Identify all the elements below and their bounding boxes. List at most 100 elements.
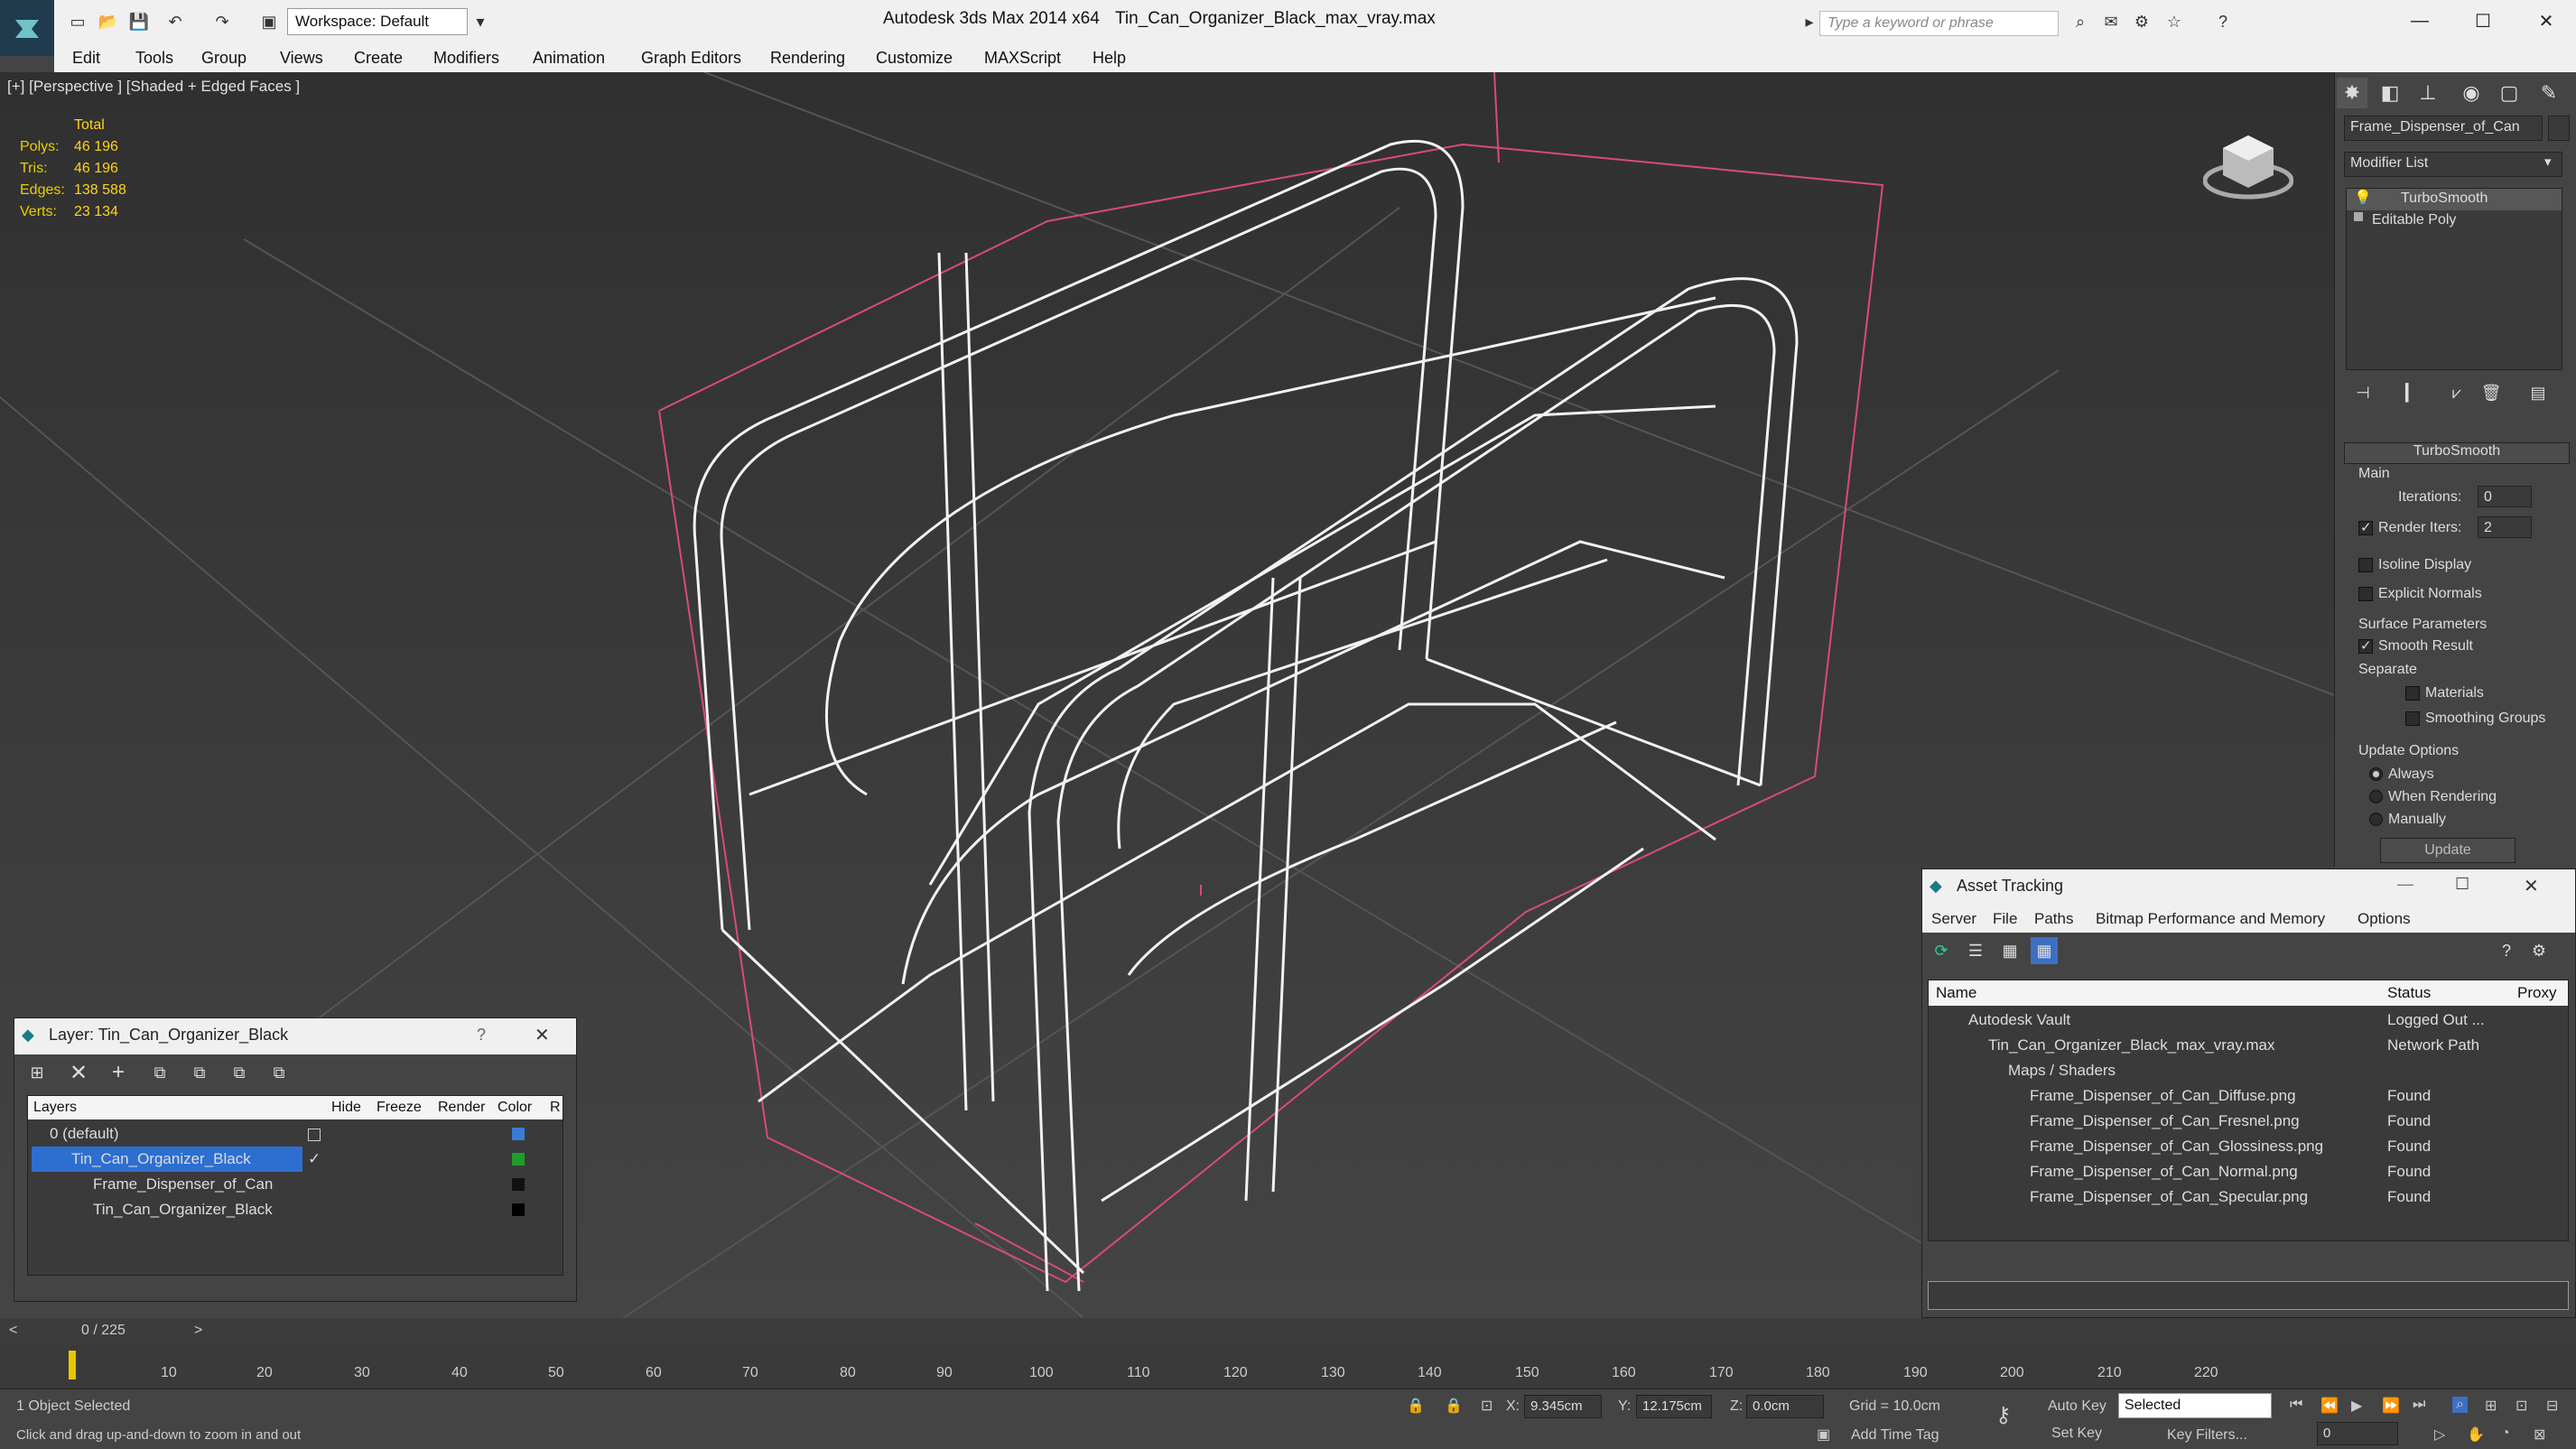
time-tag-icon[interactable]: ▣ <box>1817 1426 1830 1444</box>
next-frame-icon[interactable]: ⏩ <box>2382 1397 2400 1415</box>
lock-icon[interactable]: 🔒 <box>1445 1397 1463 1415</box>
remove-modifier-icon[interactable]: 🗑 <box>2478 379 2505 406</box>
asset-row[interactable]: Frame_Dispenser_of_Can_Specular.png Found <box>1929 1184 2568 1210</box>
app-menu-button[interactable] <box>0 0 54 56</box>
search-expand-icon[interactable]: ▸ <box>1797 9 1822 34</box>
y-coordinate-field[interactable]: 12.175cm <box>1636 1395 1712 1418</box>
layer-row[interactable]: 0 (default) <box>28 1121 563 1147</box>
add-selection-icon[interactable]: + <box>105 1059 132 1086</box>
menu-rendering[interactable]: Rendering <box>770 49 845 68</box>
layer-row[interactable]: Tin_Can_Organizer_Black <box>28 1197 563 1222</box>
layer-row[interactable]: Frame_Dispenser_of_Can <box>28 1172 563 1197</box>
asset-menu-bitmap[interactable]: Bitmap Performance and Memory <box>2096 910 2325 928</box>
asset-path-field[interactable] <box>1928 1281 2569 1310</box>
asset-row[interactable]: Frame_Dispenser_of_Can_Fresnel.png Found <box>1929 1109 2568 1134</box>
help-icon[interactable]: ? <box>2210 9 2236 34</box>
list-view-icon[interactable]: ☰ <box>1962 937 1989 964</box>
menu-graph-editors[interactable]: Graph Editors <box>641 49 741 68</box>
workspace-dropdown[interactable]: Workspace: Default <box>287 8 468 35</box>
time-slider[interactable]: < 0 / 225 > <box>0 1318 2576 1345</box>
explicit-normals-checkbox[interactable]: Explicit Normals <box>2358 586 2482 602</box>
hide-all-icon[interactable]: ⧉ <box>226 1059 253 1086</box>
delete-layer-icon[interactable]: ✕ <box>65 1059 92 1086</box>
zoom-all-icon[interactable]: ⊞ <box>2485 1397 2497 1415</box>
asset-table[interactable]: Name Status Proxy Autodesk Vault Logged O… <box>1928 980 2569 1241</box>
checkbox[interactable] <box>2358 637 2373 654</box>
viewcube[interactable] <box>2202 117 2294 208</box>
new-icon[interactable]: ▭ <box>65 9 90 34</box>
smoothing-groups-checkbox[interactable]: Smoothing Groups <box>2405 711 2545 727</box>
favorites-icon[interactable]: ☆ <box>2162 9 2187 34</box>
menu-group[interactable]: Group <box>201 49 246 68</box>
asset-row[interactable]: Frame_Dispenser_of_Can_Normal.png Found <box>1929 1159 2568 1184</box>
check-icon[interactable]: ✓ <box>308 1150 321 1168</box>
layer-color-swatch[interactable] <box>512 1203 525 1216</box>
maximize-icon[interactable]: ☐ <box>2455 875 2469 894</box>
menu-create[interactable]: Create <box>354 49 403 68</box>
close-icon[interactable]: ✕ <box>2524 875 2539 897</box>
go-to-end-icon[interactable]: ⏭ <box>2413 1397 2425 1413</box>
layer-color-swatch[interactable] <box>512 1128 525 1140</box>
project-icon[interactable]: ▣ <box>256 9 282 34</box>
go-to-start-icon[interactable]: ⏮ <box>2290 1397 2302 1413</box>
object-name-field[interactable]: Frame_Dispenser_of_Can <box>2344 116 2543 141</box>
new-layer-icon[interactable]: ⊞ <box>23 1059 51 1086</box>
when-rendering-radio[interactable]: When Rendering <box>2369 789 2497 805</box>
menu-edit[interactable]: Edit <box>72 49 100 68</box>
settings-icon[interactable]: ⚙ <box>2525 937 2553 964</box>
undo-icon[interactable]: ↶ <box>163 9 188 34</box>
materials-checkbox[interactable]: Materials <box>2405 685 2484 701</box>
chevron-down-icon[interactable]: ▾ <box>468 9 493 34</box>
layer-color-swatch[interactable] <box>512 1178 525 1191</box>
redo-icon[interactable]: ↷ <box>209 9 235 34</box>
tree-view-icon[interactable]: ▦ <box>1996 937 2023 964</box>
help-icon[interactable]: ? <box>2493 937 2520 964</box>
motion-tab-icon[interactable]: ◉ <box>2456 78 2487 108</box>
minimize-icon[interactable]: — <box>2397 875 2413 894</box>
add-time-tag[interactable]: Add Time Tag <box>1851 1427 1939 1444</box>
maximize-viewport-icon[interactable]: ⊠ <box>2534 1426 2545 1444</box>
absolute-mode-icon[interactable]: ⊡ <box>1481 1397 1493 1415</box>
chevron-down-icon[interactable]: ▾ <box>2544 153 2552 170</box>
key-icon[interactable]: ⚷ <box>1995 1402 2012 1428</box>
update-button[interactable]: Update <box>2380 838 2516 863</box>
table-view-icon[interactable]: ▦ <box>2031 937 2058 964</box>
next-frame-icon[interactable]: > <box>194 1323 202 1339</box>
manually-radio[interactable]: Manually <box>2369 812 2446 828</box>
layer-color-swatch[interactable] <box>512 1153 525 1166</box>
iterations-spinner[interactable]: 0 <box>2478 486 2532 507</box>
viewport-label[interactable]: [+] [Perspective ] [Shaded + Edged Faces… <box>7 78 300 96</box>
minimize-button[interactable]: — <box>2397 5 2442 36</box>
menu-animation[interactable]: Animation <box>533 49 605 68</box>
configure-sets-icon[interactable]: ▤ <box>2525 379 2552 406</box>
bulb-icon[interactable]: 💡 <box>2354 189 2372 207</box>
layer-list[interactable]: Layers Hide Freeze Render Color R 0 (def… <box>27 1095 563 1276</box>
prev-frame-icon[interactable]: < <box>9 1323 17 1339</box>
key-selection-dropdown[interactable]: Selected <box>2118 1393 2272 1418</box>
asset-menu-file[interactable]: File <box>1993 910 2017 928</box>
x-coordinate-field[interactable]: 9.345cm <box>1524 1395 1602 1418</box>
help-icon[interactable]: ? <box>477 1026 486 1045</box>
search-input[interactable]: Type a keyword or phrase <box>1819 11 2059 36</box>
refresh-icon[interactable]: ⟳ <box>1928 937 1955 964</box>
asset-menu-server[interactable]: Server <box>1931 910 1976 928</box>
asset-menu-paths[interactable]: Paths <box>2034 910 2073 928</box>
freeze-all-icon[interactable]: ⧉ <box>265 1059 293 1086</box>
current-frame-field[interactable]: 0 <box>2317 1422 2398 1445</box>
highlight-layer-icon[interactable]: ⧉ <box>186 1059 213 1086</box>
time-marker[interactable] <box>69 1351 76 1379</box>
menu-customize[interactable]: Customize <box>876 49 953 68</box>
binoculars-icon[interactable]: ⌕ <box>2068 9 2093 34</box>
menu-maxscript[interactable]: MAXScript <box>984 49 1061 68</box>
asset-row[interactable]: Autodesk Vault Logged Out ... <box>1929 1008 2568 1033</box>
fov-icon[interactable]: ▷ <box>2434 1426 2445 1444</box>
asset-row[interactable]: Maps / Shaders <box>1929 1058 2568 1083</box>
radio[interactable] <box>2369 790 2383 804</box>
menu-tools[interactable]: Tools <box>135 49 173 68</box>
layer-row-selected[interactable]: Tin_Can_Organizer_Black ✓ <box>28 1147 563 1172</box>
checkbox[interactable] <box>2358 586 2373 601</box>
play-icon[interactable]: ▶ <box>2351 1397 2362 1415</box>
sign-in-icon[interactable]: ⚙ <box>2129 9 2154 34</box>
make-unique-icon[interactable]: ⩗ <box>2443 379 2470 406</box>
menu-modifiers[interactable]: Modifiers <box>433 49 499 68</box>
